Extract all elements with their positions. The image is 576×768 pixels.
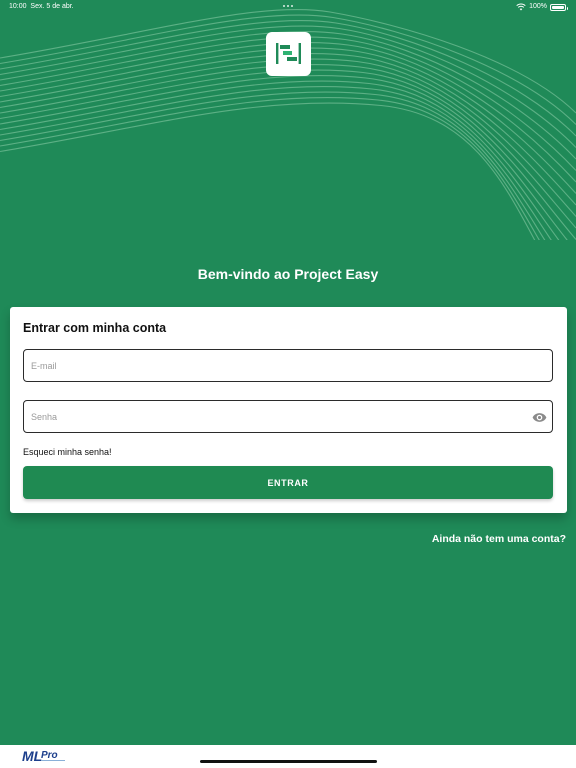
footer: ML Pro xyxy=(0,745,576,768)
status-time: 10:00 Sex. 5 de abr. xyxy=(9,0,74,14)
battery-percent: 100% xyxy=(529,3,547,10)
status-time-value: 10:00 xyxy=(9,3,27,10)
status-date: Sex. 5 de abr. xyxy=(30,3,74,10)
email-field[interactable] xyxy=(23,349,553,382)
signup-link[interactable]: Ainda não tem uma conta? xyxy=(432,533,566,545)
battery-icon xyxy=(550,3,568,11)
status-bar: 10:00 Sex. 5 de abr. 100% xyxy=(0,0,576,14)
svg-text:ML: ML xyxy=(22,748,42,764)
multitasking-dots-icon[interactable] xyxy=(281,5,295,9)
status-right: 100% xyxy=(516,0,568,14)
password-input[interactable] xyxy=(24,401,552,432)
home-indicator[interactable] xyxy=(200,760,377,763)
mlpro-logo: ML Pro xyxy=(22,748,65,764)
email-input[interactable] xyxy=(24,350,552,381)
password-field[interactable] xyxy=(23,400,553,433)
svg-text:Pro: Pro xyxy=(41,750,58,761)
login-card-title: Entrar com minha conta xyxy=(23,321,167,335)
login-card: Entrar com minha conta Esqueci minha sen… xyxy=(10,307,567,513)
app-screen: 10:00 Sex. 5 de abr. 100% Bem-vindo ao P… xyxy=(0,0,576,745)
wifi-icon xyxy=(516,3,526,11)
login-submit-button[interactable]: ENTRAR xyxy=(23,466,553,499)
eye-icon[interactable] xyxy=(532,410,547,425)
forgot-password-link[interactable]: Esqueci minha senha! xyxy=(23,447,112,457)
welcome-heading: Bem-vindo ao Project Easy xyxy=(197,266,379,282)
project-easy-logo-icon xyxy=(266,32,311,76)
